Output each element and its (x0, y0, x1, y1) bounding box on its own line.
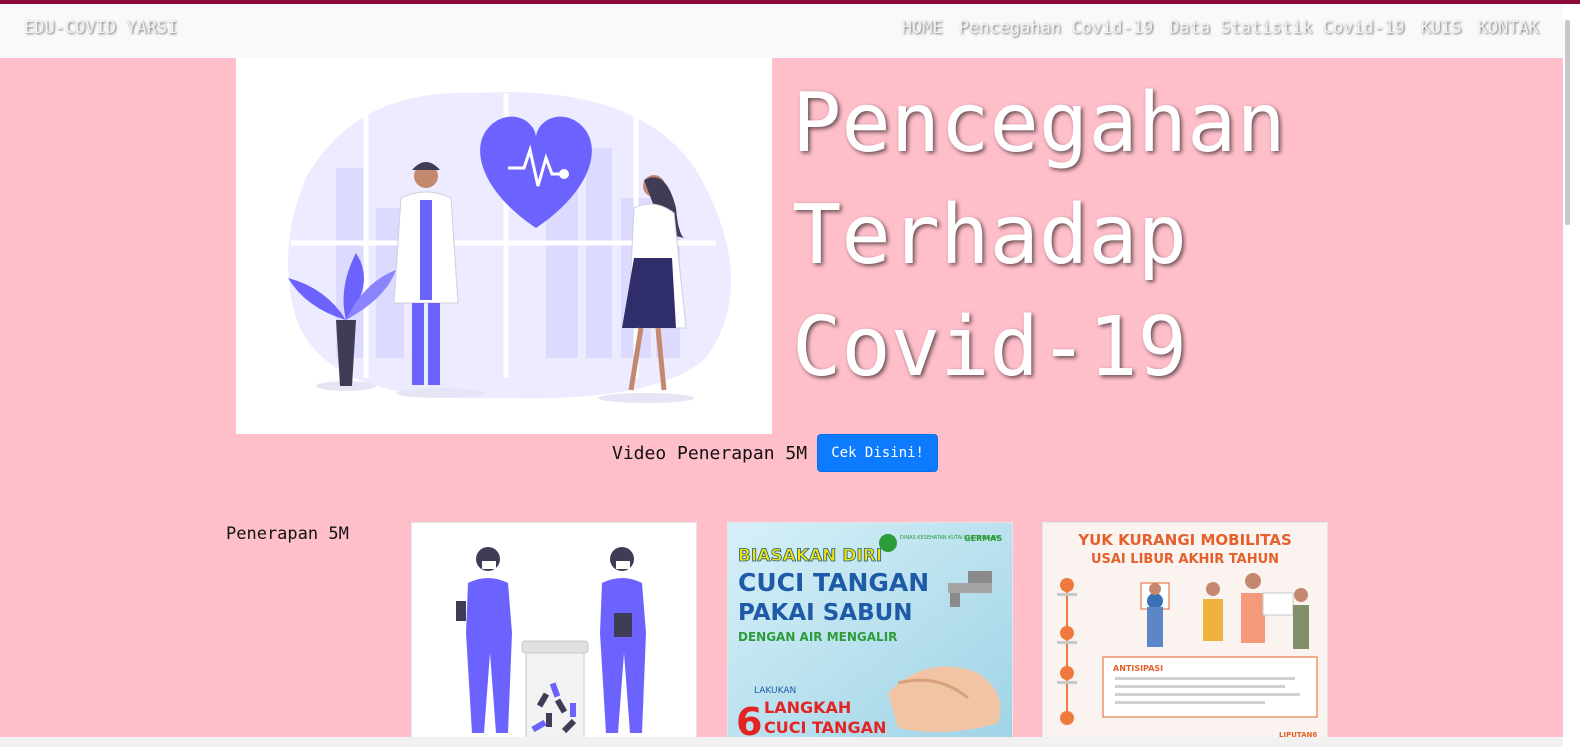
hero-title: Pencegahan Terhadap Covid-19 (792, 68, 1492, 404)
card-cuci-tangan-poster[interactable]: BIASAKAN DIRI CUCI TANGAN PAKAI SABUN DE… (727, 522, 1013, 744)
video-row: Video Penerapan 5M Cek Disini! (612, 434, 939, 472)
section-label: Penerapan 5M (226, 524, 349, 544)
poster-line-5: LAKUKAN (754, 686, 796, 696)
hero-title-line-2: Terhadap (792, 188, 1187, 283)
poster-line-2: CUCI TANGAN (738, 568, 929, 597)
video-label: Video Penerapan 5M (612, 442, 808, 464)
poster-line-7: LANGKAH (764, 698, 851, 717)
poster-line-3: PAKAI SABUN (738, 600, 913, 626)
hero-title-line-1: Pencegahan (792, 76, 1286, 171)
nav-kuis[interactable]: KUIS (1421, 18, 1462, 38)
nav-pencegahan[interactable]: Pencegahan Covid-19 (959, 18, 1153, 38)
poster-line-4: DENGAN AIR MENGALIR (738, 630, 897, 644)
nav-kontak[interactable]: KONTAK (1478, 18, 1539, 38)
doctors-illustration (236, 58, 772, 434)
mobilitas-antisipasi: ANTISIPASI (1113, 664, 1163, 673)
poster-badge-germas: GERMAS (964, 534, 1002, 543)
brand-link[interactable]: EDU-COVID YARSI (24, 18, 178, 38)
cek-disini-button[interactable]: Cek Disini! (817, 434, 939, 472)
horizontal-scrollbar[interactable] (0, 737, 1563, 747)
nav-home[interactable]: HOME (902, 18, 943, 38)
hero-title-line-3: Covid-19 (792, 300, 1187, 395)
mobilitas-title-2: USAI LIBUR AKHIR TAHUN (1091, 552, 1279, 567)
scrollbar-thumb[interactable] (1565, 20, 1570, 225)
mobilitas-title-1: YUK KURANGI MOBILITAS (1077, 531, 1292, 549)
hero-section: Pencegahan Terhadap Covid-19 Video Pener… (0, 58, 1563, 744)
navbar: EDU-COVID YARSI HOME Pencegahan Covid-19… (0, 4, 1563, 58)
card-nurses-illustration[interactable] (411, 522, 697, 744)
card-kurangi-mobilitas-poster[interactable]: YUK KURANGI MOBILITAS USAI LIBUR AKHIR T… (1042, 522, 1328, 744)
nav-links: HOME Pencegahan Covid-19 Data Statistik … (902, 18, 1539, 38)
nav-data-statistik[interactable]: Data Statistik Covid-19 (1169, 18, 1404, 38)
poster-line-1: BIASAKAN DIRI (738, 546, 882, 566)
poster-line-8: CUCI TANGAN (764, 718, 886, 737)
